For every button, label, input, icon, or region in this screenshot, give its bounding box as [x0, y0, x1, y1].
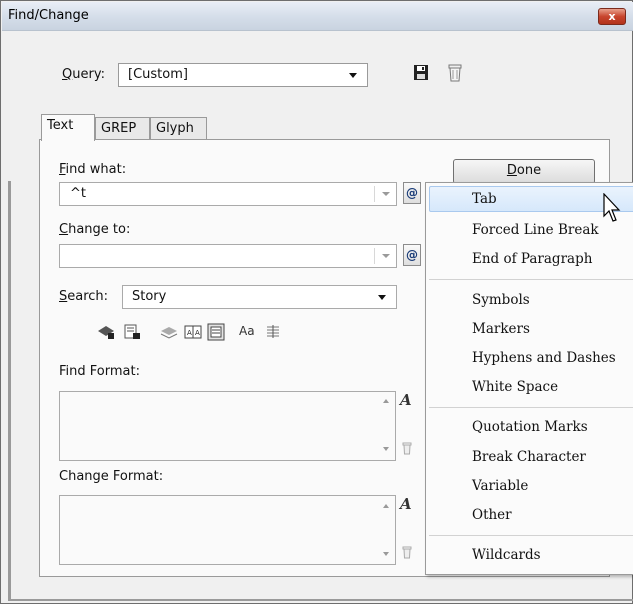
find-format-box[interactable] [59, 391, 396, 461]
menu-item-hyphens-and-dashes[interactable]: Hyphens and Dashes [472, 350, 616, 366]
search-select[interactable]: Story [122, 285, 397, 309]
done-button[interactable]: Done [453, 159, 595, 184]
special-characters-change-button[interactable]: @ [403, 244, 421, 266]
include-master-pages-icon[interactable]: A A [184, 323, 202, 341]
menu-item-tab[interactable]: Tab [472, 191, 497, 207]
mouse-pointer-icon [603, 193, 621, 222]
svg-text:A: A [187, 329, 192, 337]
change-format-box[interactable] [59, 495, 396, 565]
menu-separator [429, 407, 633, 408]
close-icon: x [608, 10, 616, 23]
find-what-field[interactable]: ^t [59, 182, 397, 206]
scroll-up-icon[interactable] [383, 504, 389, 508]
menu-item-break-character[interactable]: Break Character [472, 449, 586, 465]
title-bar[interactable]: Find/Change x [2, 2, 633, 31]
find-what-value: ^t [70, 186, 86, 201]
scroll-up-icon[interactable] [383, 399, 389, 403]
frame-edge [8, 599, 633, 601]
delete-query-icon[interactable] [448, 63, 462, 82]
search-label: Search: [59, 289, 109, 304]
find-change-dialog: Find/Change x Query: [Custom] Text GREP … [0, 0, 633, 604]
specify-change-format-icon[interactable]: A [400, 495, 412, 513]
menu-item-variable[interactable]: Variable [472, 478, 528, 494]
search-value: Story [132, 289, 167, 304]
menu-item-white-space[interactable]: White Space [472, 379, 558, 395]
menu-item-symbols[interactable]: Symbols [472, 292, 530, 308]
svg-text:A: A [195, 329, 200, 337]
tab-text[interactable]: Text [41, 114, 95, 141]
scroll-down-icon[interactable] [383, 552, 389, 556]
menu-separator [429, 279, 633, 280]
include-locked-layers-icon[interactable] [97, 323, 115, 341]
find-format-label: Find Format: [59, 364, 140, 379]
chevron-down-icon[interactable] [382, 254, 390, 258]
include-hidden-layers-icon[interactable] [160, 323, 178, 341]
query-select[interactable]: [Custom] [118, 63, 368, 87]
tab-grep-label: GREP [101, 121, 137, 136]
menu-item-other[interactable]: Other [472, 507, 512, 523]
specify-find-format-icon[interactable]: A [400, 391, 412, 409]
combo-separator [374, 248, 375, 264]
tab-text-label: Text [47, 118, 74, 133]
menu-item-wildcards[interactable]: Wildcards [472, 547, 541, 563]
combo-separator [374, 186, 375, 202]
scroll-down-icon[interactable] [383, 447, 389, 451]
at-icon: @ [406, 186, 418, 200]
menu-item-quotation-marks[interactable]: Quotation Marks [472, 419, 588, 435]
chevron-down-icon [349, 73, 357, 78]
tab-grep[interactable]: GREP [95, 117, 150, 141]
at-icon: @ [406, 248, 418, 262]
clear-find-format-icon[interactable] [402, 442, 412, 455]
special-characters-menu: Tab Forced Line Break End of Paragraph S… [425, 182, 633, 575]
menu-item-forced-line-break[interactable]: Forced Line Break [472, 222, 599, 238]
special-characters-find-button[interactable]: @ [403, 182, 421, 204]
tab-glyph[interactable]: Glyph [150, 117, 207, 141]
whole-word-icon[interactable] [265, 323, 281, 341]
window-title: Find/Change [8, 8, 89, 23]
include-locked-stories-icon[interactable] [123, 323, 141, 341]
change-format-label: Change Format: [59, 469, 164, 484]
close-button[interactable]: x [598, 8, 626, 25]
chevron-down-icon[interactable] [382, 192, 390, 196]
clear-change-format-icon[interactable] [402, 546, 412, 559]
find-what-label: Find what: [59, 162, 127, 177]
save-query-icon[interactable] [413, 64, 429, 81]
include-footnotes-icon[interactable] [207, 323, 225, 341]
menu-item-markers[interactable]: Markers [472, 321, 530, 337]
menu-separator [429, 535, 633, 536]
frame-edge [8, 181, 11, 601]
change-to-label: Change to: [59, 222, 131, 237]
change-to-field[interactable] [59, 244, 397, 268]
menu-item-end-of-paragraph[interactable]: End of Paragraph [472, 251, 592, 267]
tab-glyph-label: Glyph [156, 121, 194, 136]
query-value: [Custom] [128, 67, 188, 82]
chevron-down-icon [378, 295, 386, 300]
case-sensitive-icon[interactable]: Aa [239, 324, 255, 338]
query-label: Query: [62, 67, 105, 82]
